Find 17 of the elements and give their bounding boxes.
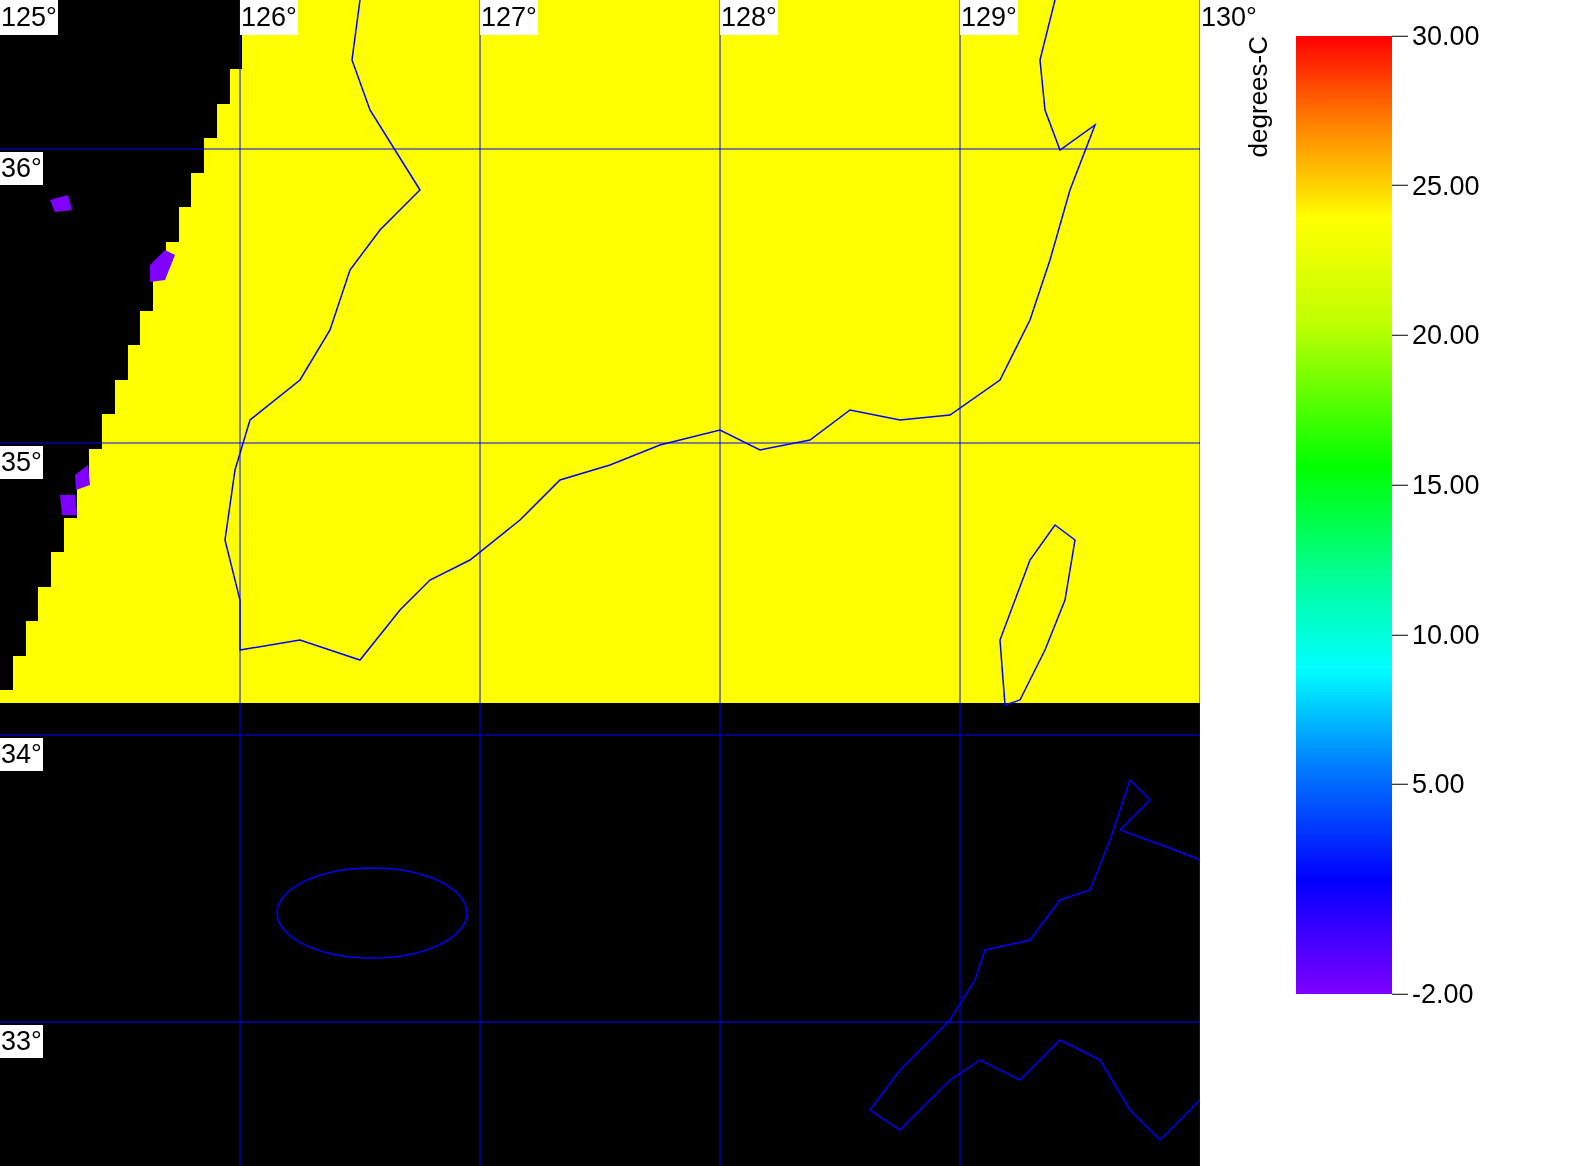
longitude-label: 129° [960,0,1018,35]
colorbar-tick-label: 15.00 [1412,468,1480,502]
colorbar-title: degrees-C [1241,36,1274,158]
colorbar-tick-label: 30.00 [1412,19,1480,53]
latitude-label: 34° [0,738,43,771]
colorbar-tick-label: 20.00 [1412,319,1480,353]
colorbar-tick-label: 25.00 [1412,169,1480,203]
latitude-label: 35° [0,446,43,479]
latitude-label: 33° [0,1025,43,1058]
colorbar-tick-label: 5.00 [1412,768,1465,802]
colorbar-tick-label: -2.00 [1412,977,1474,1011]
latitude-label: 36° [0,152,43,185]
longitude-label: 128° [720,0,778,35]
longitude-label: 127° [480,0,538,35]
longitude-label: 125° [0,0,58,35]
colorbar-tick-label: 10.00 [1412,618,1480,652]
longitude-label: 126° [240,0,298,35]
